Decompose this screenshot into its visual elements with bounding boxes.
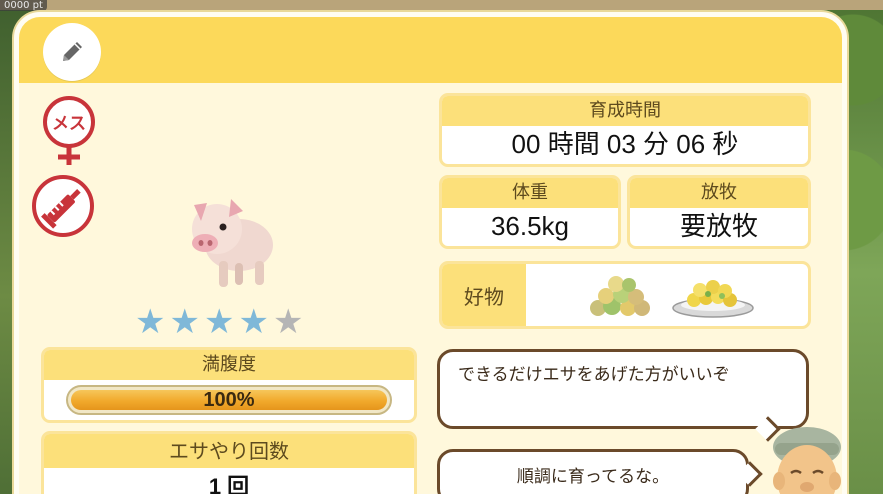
syringe-icon [32, 175, 94, 237]
star-icon: ★ [135, 302, 166, 342]
fullness-value: 100% [203, 389, 255, 411]
animal-status-panel: メス ★ ★ ★ ★ ★ 満腹度 100% エサやり回数 1 回 育成時間 00… [14, 12, 847, 494]
grazing-value: 要放牧 [679, 211, 758, 241]
fullness-box: 満腹度 100% [41, 347, 417, 423]
fullness-bar: 100% [66, 385, 392, 415]
weight-value: 36.5kg [490, 211, 570, 241]
farmer-character [773, 427, 841, 494]
time-value: 00 時間 03 分 06 秒 [511, 129, 739, 159]
favorite-food-box: 好物 [439, 261, 811, 329]
points-counter: 0000 pt [0, 0, 47, 11]
fullness-label: 満腹度 [44, 350, 414, 380]
star-icon: ★ [203, 302, 235, 342]
feedings-value: 1 回 [208, 474, 250, 494]
time-box: 育成時間 00 時間 03 分 06 秒 [439, 93, 811, 167]
background-top-strip [0, 0, 883, 10]
advice-bubble-text: できるだけエサをあげた方がいいぞ [458, 365, 730, 385]
weight-label: 体重 [442, 178, 618, 208]
feed-plate-icon [672, 280, 754, 318]
pig-character[interactable] [169, 177, 289, 297]
advice-bubble: できるだけエサをあげた方がいいぞ [437, 349, 809, 429]
edit-name-button[interactable] [43, 23, 101, 81]
weight-box: 体重 36.5kg [439, 175, 621, 249]
gender-label: メス [52, 114, 86, 134]
time-label: 育成時間 [442, 96, 808, 126]
feedings-box: エサやり回数 1 回 [41, 431, 417, 494]
feedings-label: エサやり回数 [44, 434, 414, 468]
female-icon: メス [43, 96, 95, 165]
mixed-feed-icon [590, 276, 650, 316]
star-icon: ★ [238, 302, 269, 342]
panel-header [19, 17, 842, 83]
grazing-box: 放牧 要放牧 [627, 175, 811, 249]
grazing-label: 放牧 [630, 178, 808, 208]
favorite-food-label: 好物 [442, 264, 526, 326]
status-bubble: 順調に育ってるな。 [437, 449, 749, 494]
star-icon-empty: ★ [272, 302, 304, 342]
status-bubble-text: 順調に育ってるな。 [516, 467, 670, 487]
pencil-icon [63, 42, 82, 61]
star-icon: ★ [169, 302, 200, 342]
rating-stars: ★ ★ ★ ★ ★ [135, 305, 303, 339]
